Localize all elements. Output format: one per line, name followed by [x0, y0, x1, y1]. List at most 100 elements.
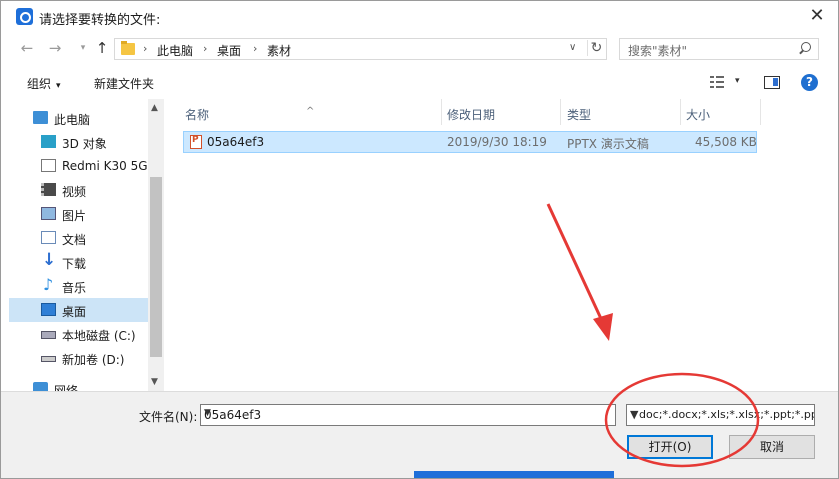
sidebar-item-videos[interactable]: 视频 [9, 178, 149, 202]
sidebar-item-music[interactable]: 音乐 [9, 274, 149, 298]
chevron-down-icon[interactable]: ▼ [630, 408, 639, 421]
column-header-label: 类型 [567, 108, 592, 122]
scroll-up-icon[interactable]: ▲ [151, 103, 158, 113]
breadcrumb-this-pc[interactable]: 此电脑 [157, 42, 193, 59]
cancel-button[interactable]: 取消 [729, 435, 815, 459]
column-header-type[interactable]: 类型 [561, 99, 680, 125]
navigation-pane: 此电脑 3D 对象 Redmi K30 5G 视频 图片 文档 下载 音乐 [9, 99, 164, 391]
view-options-chevron-icon[interactable]: ▾ [735, 76, 740, 86]
search-placeholder: 搜索"素材" [628, 44, 688, 58]
sidebar-item-label: 音乐 [62, 281, 87, 295]
3d-objects-icon [41, 135, 56, 148]
sidebar-item-label: 3D 对象 [62, 137, 107, 151]
breadcrumb-material[interactable]: 素材 [267, 42, 291, 59]
navigation-bar: ← → ▾ ↑ › 此电脑 › 桌面 › 素材 ∨ ↻ 搜索"素材" [1, 33, 838, 63]
help-icon[interactable]: ? [801, 74, 818, 91]
back-arrow-icon[interactable]: ← [17, 38, 37, 58]
folder-icon [121, 41, 135, 55]
scrollbar-thumb[interactable] [150, 177, 162, 357]
forward-arrow-icon[interactable]: → [45, 38, 65, 58]
file-size: 45,508 KB [695, 135, 757, 149]
open-button[interactable]: 打开(O) [627, 435, 713, 459]
drive-icon [41, 331, 56, 339]
scroll-down-icon[interactable]: ▼ [151, 377, 158, 387]
download-icon [41, 250, 56, 270]
app-icon [16, 8, 33, 25]
sort-ascending-icon: ^ [306, 106, 315, 117]
refresh-icon[interactable]: ↻ [587, 40, 605, 56]
recent-locations-chevron-icon[interactable]: ▾ [73, 38, 93, 58]
close-button[interactable]: ✕ [801, 3, 833, 29]
column-header-name[interactable]: 名称 ^ [171, 99, 441, 125]
file-modified: 2019/9/30 18:19 [447, 135, 547, 149]
column-divider[interactable] [760, 99, 761, 125]
desktop-icon [41, 303, 56, 316]
sidebar-item-label: 视频 [62, 185, 87, 199]
sidebar-item-pictures[interactable]: 图片 [9, 202, 149, 226]
sidebar-item-label: 下载 [62, 257, 87, 271]
sidebar-item-label: 新加卷 (D:) [62, 353, 125, 367]
file-list: 名称 ^ 修改日期 类型 大小 05a64ef3 2019/9/30 18:19… [171, 99, 831, 391]
dialog-footer: 文件名(N): 05a64ef3 ▼ *.doc;*.docx;*.xls;*.… [1, 391, 838, 478]
sidebar-item-label: 图片 [62, 209, 87, 223]
sidebar-item-redmi-k30[interactable]: Redmi K30 5G [9, 154, 149, 178]
chevron-down-icon: ▾ [56, 81, 61, 91]
sidebar-item-label: Redmi K30 5G [62, 159, 148, 173]
column-header-modified[interactable]: 修改日期 [442, 99, 560, 125]
file-type-select[interactable]: *.doc;*.docx;*.xls;*.xlsx;*.ppt;*.pptx ▼ [626, 404, 815, 426]
sidebar-item-label: 桌面 [62, 305, 87, 319]
column-header-label: 名称 [185, 108, 210, 122]
network-icon [33, 382, 48, 391]
sidebar-item-drive-c[interactable]: 本地磁盘 (C:) [9, 322, 149, 346]
sidebar-item-desktop[interactable]: 桌面 [9, 298, 149, 322]
video-icon [41, 183, 56, 196]
filename-value: 05a64ef3 [204, 408, 262, 422]
filename-input[interactable]: 05a64ef3 ▼ [200, 404, 616, 426]
sidebar-item-this-pc[interactable]: 此电脑 [9, 106, 149, 130]
sidebar-item-drive-d[interactable]: 新加卷 (D:) [9, 346, 149, 370]
column-header-label: 修改日期 [447, 108, 496, 122]
column-header-label: 大小 [686, 108, 711, 122]
sidebar-item-downloads[interactable]: 下载 [9, 250, 149, 274]
sidebar-item-label: 网络 [54, 384, 79, 391]
sidebar-item-label: 此电脑 [54, 113, 91, 127]
sidebar-item-documents[interactable]: 文档 [9, 226, 149, 250]
organize-button[interactable]: 组织 ▾ [27, 75, 61, 92]
view-options-icon[interactable] [710, 76, 728, 88]
breadcrumb-separator[interactable]: › [143, 42, 147, 55]
file-name: 05a64ef3 [207, 135, 265, 149]
column-header-size[interactable]: 大小 [681, 99, 761, 125]
file-type: PPTX 演示文稿 [567, 137, 649, 151]
drive-icon [41, 356, 56, 362]
file-row[interactable]: 05a64ef3 2019/9/30 18:19 PPTX 演示文稿 45,50… [183, 131, 757, 153]
address-bar[interactable]: › 此电脑 › 桌面 › 素材 ∨ ↻ [114, 38, 607, 60]
search-input[interactable]: 搜索"素材" [619, 38, 819, 60]
navigation-pane-scrollbar[interactable]: ▲ ▼ [148, 99, 164, 391]
title-bar: 请选择要转换的文件: ✕ [1, 1, 838, 33]
background-window-button [414, 471, 614, 478]
dialog-title: 请选择要转换的文件: [39, 13, 161, 28]
phone-icon [41, 159, 56, 172]
file-type-value: *.doc;*.docx;*.xls;*.xlsx;*.ppt;*.pptx [630, 408, 815, 421]
command-bar: 组织 ▾ 新建文件夹 ▾ ? [1, 67, 838, 97]
breadcrumb-separator[interactable]: › [253, 42, 257, 55]
sidebar-item-label: 本地磁盘 (C:) [62, 329, 136, 343]
search-icon[interactable] [798, 42, 812, 56]
address-dropdown-icon[interactable]: ∨ [569, 42, 576, 53]
sidebar-item-3d-objects[interactable]: 3D 对象 [9, 130, 149, 154]
new-folder-button[interactable]: 新建文件夹 [94, 75, 154, 92]
pptx-file-icon [190, 135, 202, 149]
pictures-icon [41, 207, 56, 220]
preview-pane-icon[interactable] [764, 76, 780, 89]
breadcrumb-separator[interactable]: › [203, 42, 207, 55]
documents-icon [41, 231, 56, 244]
filename-dropdown-icon[interactable]: ▼ [204, 408, 211, 418]
computer-icon [33, 111, 48, 124]
breadcrumb-desktop[interactable]: 桌面 [217, 42, 241, 59]
music-icon [41, 275, 56, 294]
sidebar-item-label: 文档 [62, 233, 87, 247]
up-arrow-icon[interactable]: ↑ [92, 38, 112, 58]
sidebar-item-network[interactable]: 网络 [9, 377, 149, 391]
organize-label: 组织 [27, 77, 52, 91]
filename-label: 文件名(N): [139, 410, 198, 424]
